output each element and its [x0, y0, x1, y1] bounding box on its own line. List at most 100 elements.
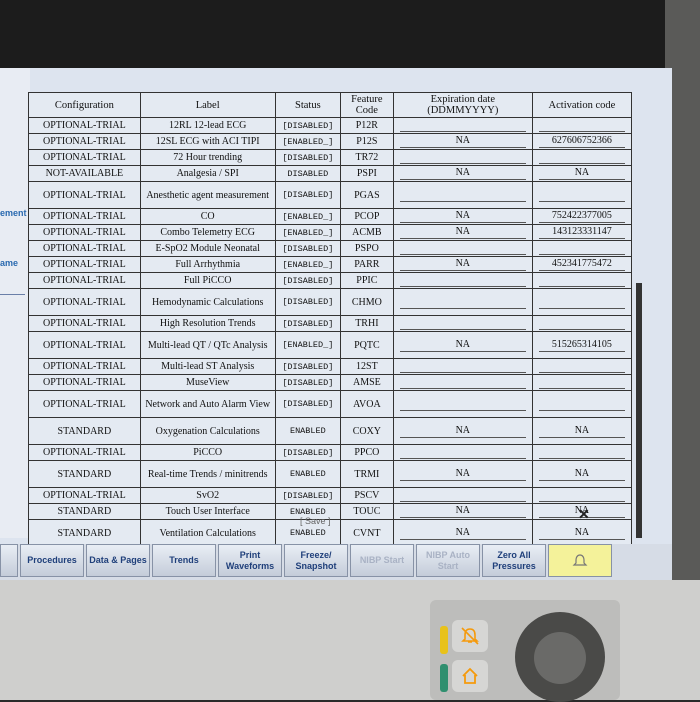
- cell-activation-code-value: [538, 151, 625, 164]
- home-button[interactable]: [452, 660, 488, 692]
- cell-expiration-date[interactable]: [392, 288, 533, 316]
- softkey[interactable]: NIBP Start: [350, 544, 414, 577]
- cell-configuration: STANDARD: [28, 519, 141, 547]
- cell-status: [DISABLED]: [274, 117, 342, 134]
- softkey[interactable]: Data & Pages: [86, 544, 150, 577]
- table-row[interactable]: OPTIONAL-TRIAL PiCCO [DISABLED] PPCO: [28, 444, 633, 461]
- cell-activation-code[interactable]: 752422377005: [531, 208, 633, 225]
- cell-expiration-date[interactable]: [392, 358, 533, 375]
- cell-activation-code[interactable]: [531, 240, 633, 257]
- cell-expiration-date[interactable]: NA: [392, 165, 533, 182]
- cell-expiration-date[interactable]: NA: [392, 224, 533, 241]
- table-row[interactable]: OPTIONAL-TRIAL Multi-lead ST Analysis [DIS…: [28, 358, 633, 375]
- cell-activation-code[interactable]: [531, 272, 633, 289]
- cell-activation-code[interactable]: NA: [531, 519, 633, 547]
- table-row[interactable]: OPTIONAL-TRIAL Full Arrhythmia [ENABLED_] P…: [28, 256, 633, 273]
- table-row[interactable]: OPTIONAL-TRIAL 12RL 12-lead ECG [DISABLED]…: [28, 117, 633, 134]
- cell-expiration-date[interactable]: [392, 315, 533, 332]
- cell-activation-code[interactable]: 515265314105: [531, 331, 633, 359]
- table-row[interactable]: NOT-AVAILABLE Analgesia / SPI DISABLED PSPI…: [28, 165, 633, 182]
- table-row[interactable]: OPTIONAL-TRIAL 12SL ECG with ACI TIPI [ENA…: [28, 133, 633, 150]
- softkey[interactable]: [0, 544, 18, 577]
- softkey[interactable]: Trends: [152, 544, 216, 577]
- cell-activation-code-value: [538, 119, 625, 132]
- cell-configuration-value: OPTIONAL-TRIAL: [42, 136, 126, 147]
- table-scrollbar[interactable]: [636, 283, 642, 538]
- cell-activation-code[interactable]: 143123331147: [531, 224, 633, 241]
- cell-status-value: [DISABLED]: [282, 152, 334, 163]
- alarm-indicator-stripe: [440, 626, 448, 654]
- sidebar-label-management[interactable]: ement: [0, 208, 27, 218]
- table-row[interactable]: OPTIONAL-TRIAL Network and Auto Alarm Vie…: [28, 390, 633, 418]
- cell-expiration-date[interactable]: NA: [392, 256, 533, 273]
- cell-expiration-date-value: [399, 376, 526, 389]
- cell-expiration-date[interactable]: [392, 272, 533, 289]
- table-row[interactable]: OPTIONAL-TRIAL Hemodynamic Calculations [D…: [28, 288, 633, 316]
- cell-configuration-value: OPTIONAL-TRIAL: [42, 490, 126, 501]
- table-row[interactable]: OPTIONAL-TRIAL 72 Hour trending [DISABLED]…: [28, 149, 633, 166]
- cell-activation-code-value: [538, 296, 625, 309]
- cell-activation-code[interactable]: 452341775472: [531, 256, 633, 273]
- cell-expiration-date[interactable]: NA: [392, 503, 533, 520]
- cell-label-value: Analgesia / SPI: [176, 168, 239, 179]
- alarm-softkey[interactable]: [548, 544, 612, 577]
- cell-status: [DISABLED]: [274, 240, 342, 257]
- cell-expiration-date[interactable]: NA: [392, 460, 533, 488]
- table-row[interactable]: OPTIONAL-TRIAL Full PiCCO [DISABLED] PPIC: [28, 272, 633, 289]
- cell-expiration-date[interactable]: [392, 390, 533, 418]
- cell-activation-code[interactable]: [531, 315, 633, 332]
- cell-feature-code-value: PGAS: [354, 189, 380, 201]
- cell-feature-code: CVNT: [340, 519, 394, 547]
- cell-activation-code[interactable]: [531, 149, 633, 166]
- close-icon[interactable]: ✕: [578, 506, 590, 523]
- softkey-label: Procedures: [27, 555, 77, 565]
- cell-expiration-date[interactable]: NA: [392, 133, 533, 150]
- table-row[interactable]: OPTIONAL-TRIAL MuseView [DISABLED] AMSE: [28, 374, 633, 391]
- cell-activation-code[interactable]: [531, 390, 633, 418]
- cell-activation-code[interactable]: [531, 117, 633, 134]
- table-row[interactable]: OPTIONAL-TRIAL Combo Telemetry ECG [ENABLE…: [28, 224, 633, 241]
- table-row[interactable]: OPTIONAL-TRIAL Multi-lead QT / QTc Analys…: [28, 331, 633, 359]
- cell-expiration-date[interactable]: [392, 444, 533, 461]
- cell-expiration-date[interactable]: [392, 374, 533, 391]
- cell-activation-code-value: 627606752366: [538, 135, 625, 148]
- table-row[interactable]: OPTIONAL-TRIAL E-SpO2 Module Neonatal [DIS…: [28, 240, 633, 257]
- cell-activation-code[interactable]: [531, 487, 633, 504]
- table-row[interactable]: OPTIONAL-TRIAL SvO2 [DISABLED] PSCV: [28, 487, 633, 504]
- table-row[interactable]: STANDARD Oxygenation Calculations ENABLED C…: [28, 417, 633, 445]
- table-row[interactable]: OPTIONAL-TRIAL Anesthetic agent measureme…: [28, 181, 633, 209]
- save-button[interactable]: [ Save ]: [300, 516, 331, 526]
- cell-expiration-date[interactable]: NA: [392, 331, 533, 359]
- cell-activation-code[interactable]: [531, 444, 633, 461]
- softkey[interactable]: Procedures: [20, 544, 84, 577]
- cell-expiration-date[interactable]: NA: [392, 519, 533, 547]
- cell-expiration-date-value: [399, 398, 526, 411]
- cell-activation-code[interactable]: [531, 288, 633, 316]
- table-row[interactable]: OPTIONAL-TRIAL High Resolution Trends [DIS…: [28, 315, 633, 332]
- cell-expiration-date[interactable]: [392, 487, 533, 504]
- cell-expiration-date[interactable]: NA: [392, 417, 533, 445]
- cell-activation-code[interactable]: [531, 374, 633, 391]
- cell-activation-code[interactable]: NA: [531, 460, 633, 488]
- cell-activation-code[interactable]: [531, 358, 633, 375]
- cell-label-value: Ventilation Calculations: [159, 527, 256, 539]
- table-row[interactable]: OPTIONAL-TRIAL CO [ENABLED_] PCOP NA 75242237…: [28, 208, 633, 225]
- cell-activation-code[interactable]: NA: [531, 417, 633, 445]
- softkey[interactable]: Freeze/ Snapshot: [284, 544, 348, 577]
- cell-expiration-date[interactable]: NA: [392, 208, 533, 225]
- cell-activation-code[interactable]: NA: [531, 165, 633, 182]
- cell-expiration-date[interactable]: [392, 240, 533, 257]
- sidebar-label-name[interactable]: ame: [0, 258, 18, 268]
- cell-configuration: OPTIONAL-TRIAL: [28, 272, 141, 289]
- cell-expiration-date[interactable]: [392, 149, 533, 166]
- trim-knob-center[interactable]: [534, 632, 586, 684]
- table-row[interactable]: STANDARD Real-time Trends / minitrends ENA…: [28, 460, 633, 488]
- cell-expiration-date[interactable]: [392, 181, 533, 209]
- cell-activation-code[interactable]: [531, 181, 633, 209]
- cell-expiration-date[interactable]: [392, 117, 533, 134]
- softkey[interactable]: NIBP Auto Start: [416, 544, 480, 577]
- alarm-silence-button[interactable]: [452, 620, 488, 652]
- softkey[interactable]: Print Waveforms: [218, 544, 282, 577]
- cell-activation-code[interactable]: 627606752366: [531, 133, 633, 150]
- softkey[interactable]: Zero All Pressures: [482, 544, 546, 577]
